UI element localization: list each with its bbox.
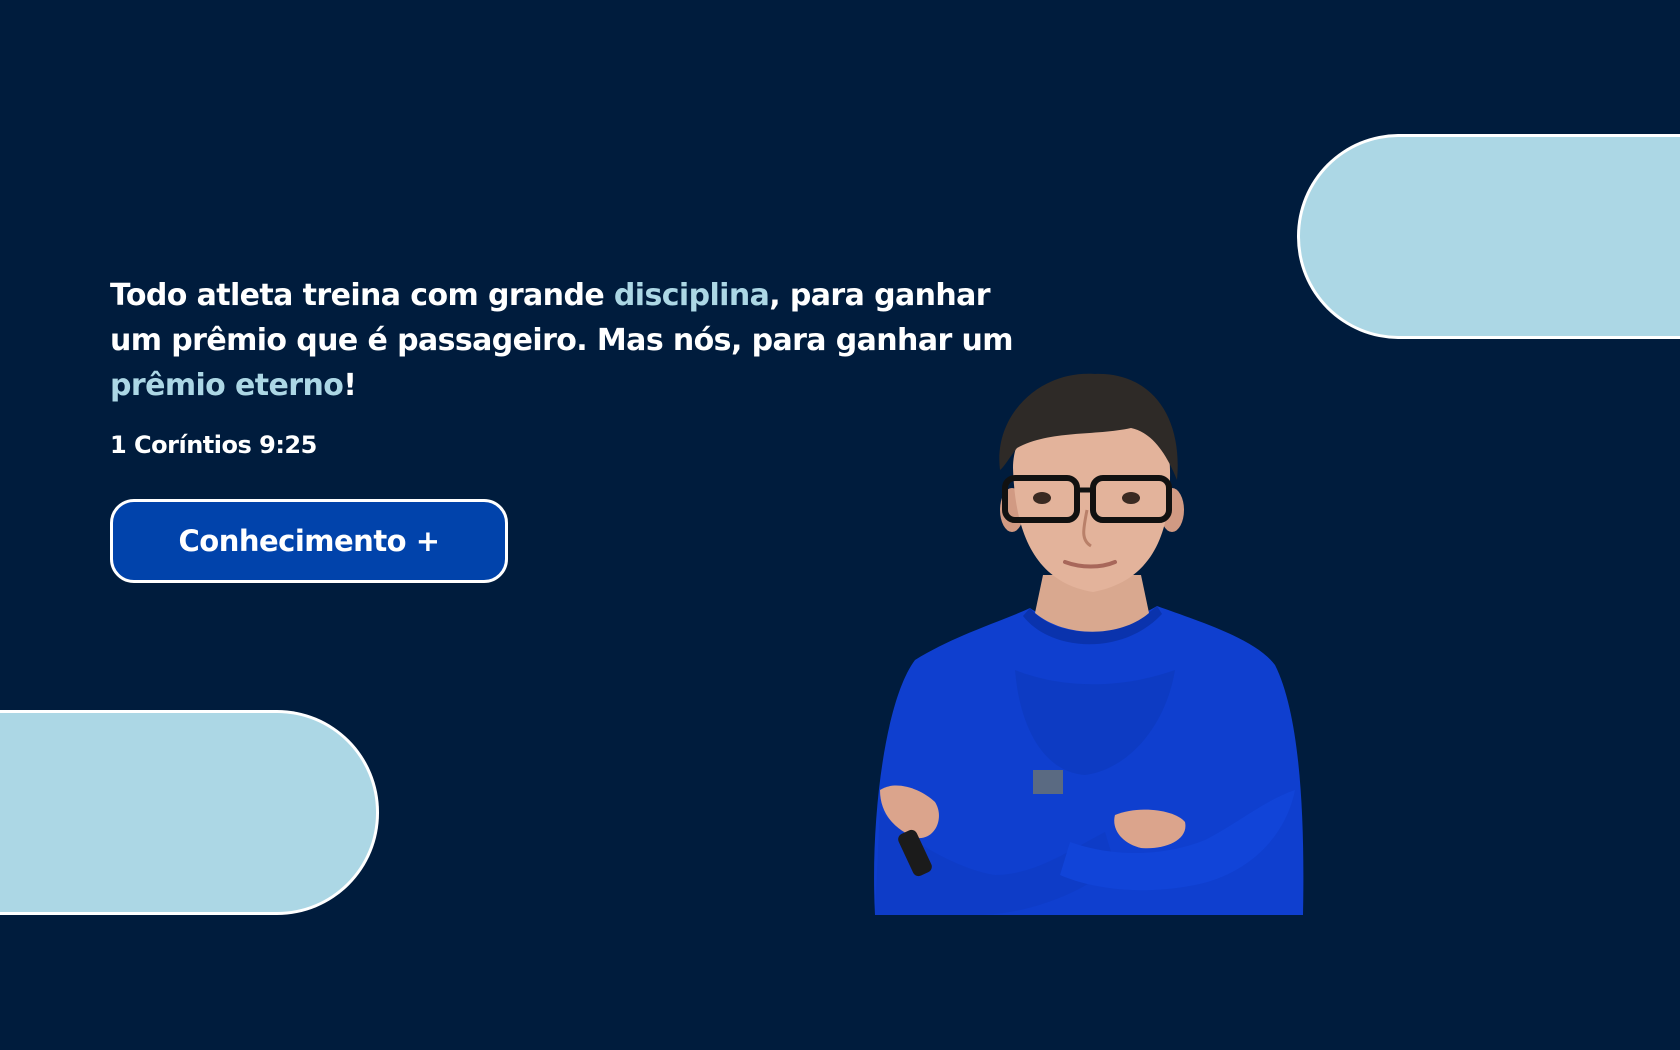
decorative-pill-bottom-left: [0, 710, 379, 915]
decorative-pill-top-right: [1297, 134, 1680, 339]
conhecimento-button[interactable]: Conhecimento +: [110, 499, 508, 583]
quote-text-1: Todo atleta treina com grande: [110, 278, 614, 313]
quote-text-3: !: [343, 368, 357, 403]
person-photo: [865, 370, 1310, 915]
quote-accent-disciplina: disciplina: [613, 278, 770, 313]
quote-accent-premio-eterno: prêmio eterno: [110, 368, 344, 403]
